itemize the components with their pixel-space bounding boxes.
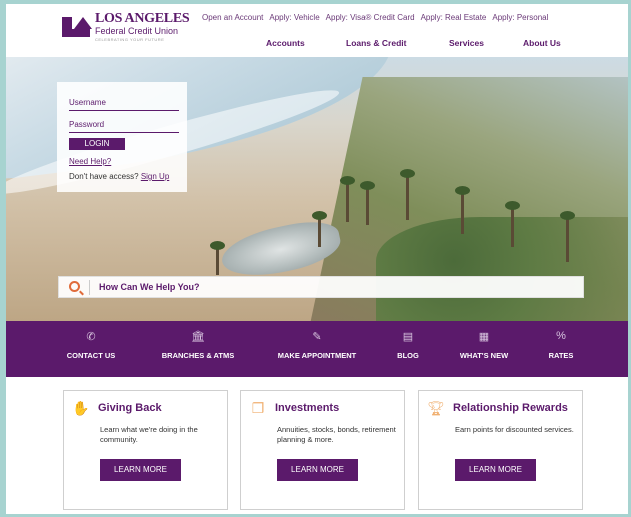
nav-services[interactable]: Services: [449, 38, 484, 48]
login-button[interactable]: LOGIN: [69, 138, 125, 150]
password-field[interactable]: Password: [69, 120, 179, 133]
top-link-apply-vehicle[interactable]: Apply: Vehicle: [269, 13, 319, 22]
logo-mark-icon: [62, 15, 92, 39]
trophy-icon: 🏆︎: [427, 400, 445, 416]
card-description: Learn what we're doing in the community.: [100, 425, 198, 444]
no-access-text: Don't have access? Sign Up: [69, 172, 169, 181]
top-links: Open an Account Apply: Vehicle Apply: Vi…: [202, 13, 548, 22]
page: LOS ANGELES Federal Credit Union CELEBRA…: [6, 4, 628, 514]
quick-link-label: CONTACT US: [66, 351, 116, 360]
quick-link-label: BLOG: [397, 351, 419, 360]
quick-link-label: MAKE APPOINTMENT: [277, 351, 357, 360]
need-help-link[interactable]: Need Help?: [69, 157, 111, 166]
handshake-icon: ✋: [72, 400, 90, 416]
search-bar[interactable]: How Can We Help You?: [58, 276, 584, 298]
no-access-label: Don't have access?: [69, 172, 139, 181]
card-giving-back: ✋ Giving Back Learn what we're doing in …: [63, 390, 228, 510]
nav-loans-credit[interactable]: Loans & Credit: [346, 38, 406, 48]
card-title: Relationship Rewards: [453, 402, 568, 414]
card-relationship-rewards: 🏆︎ Relationship Rewards Earn points for …: [418, 390, 583, 510]
login-panel: Username Password LOGIN Need Help? Don't…: [57, 82, 187, 192]
site-header: LOS ANGELES Federal Credit Union CELEBRA…: [6, 4, 628, 57]
quick-link-label: BRANCHES & ATMS: [161, 351, 235, 360]
nav-about-us[interactable]: About Us: [523, 38, 561, 48]
search-icon[interactable]: [69, 281, 80, 292]
newspaper-icon: ▤: [402, 331, 414, 343]
logo-name-line1: LOS ANGELES: [95, 11, 190, 26]
learn-more-button[interactable]: LEARN MORE: [100, 459, 181, 481]
card-description: Earn points for discounted services.: [455, 425, 574, 434]
quick-links-bar: ✆ CONTACT US 🏛 BRANCHES & ATMS ✎ MAKE AP…: [6, 321, 628, 377]
logo-name-line2: Federal Credit Union: [95, 26, 179, 36]
username-field[interactable]: Username: [69, 98, 179, 111]
percent-icon: %: [556, 330, 566, 342]
quick-link-blog[interactable]: ▤ BLOG: [397, 330, 419, 360]
quick-link-rates[interactable]: % RATES: [549, 330, 574, 360]
card-investments: ❐ Investments Annuities, stocks, bonds, …: [240, 390, 405, 510]
quick-link-label: WHAT'S NEW: [459, 351, 509, 360]
sign-up-link[interactable]: Sign Up: [141, 172, 169, 181]
quick-link-branches-atms[interactable]: 🏛 BRANCHES & ATMS: [162, 330, 235, 360]
card-title: Investments: [275, 402, 340, 414]
quick-link-contact-us[interactable]: ✆ CONTACT US: [67, 330, 116, 360]
nav-accounts[interactable]: Accounts: [266, 38, 305, 48]
top-link-open-account[interactable]: Open an Account: [202, 13, 263, 22]
news-icon: ▦: [478, 331, 490, 343]
card-description: Annuities, stocks, bonds, retirement pla…: [277, 425, 396, 444]
quick-link-label: RATES: [548, 351, 574, 360]
learn-more-button[interactable]: LEARN MORE: [455, 459, 536, 481]
search-input[interactable]: How Can We Help You?: [99, 282, 200, 292]
logo[interactable]: LOS ANGELES Federal Credit Union CELEBRA…: [62, 11, 190, 42]
top-link-apply-personal[interactable]: Apply: Personal: [492, 13, 548, 22]
top-link-apply-real-estate[interactable]: Apply: Real Estate: [421, 13, 487, 22]
learn-more-button[interactable]: LEARN MORE: [277, 459, 358, 481]
piggy-bank-icon: ❐: [251, 400, 265, 416]
quick-link-make-appointment[interactable]: ✎ MAKE APPOINTMENT: [278, 330, 356, 360]
phone-icon: ✆: [86, 331, 96, 343]
edit-icon: ✎: [312, 331, 322, 343]
search-divider: [89, 280, 90, 295]
bank-icon: 🏛: [191, 331, 205, 343]
logo-tagline: CELEBRATING YOUR FUTURE: [95, 37, 165, 42]
card-title: Giving Back: [98, 402, 162, 414]
quick-link-whats-new[interactable]: ▦ WHAT'S NEW: [460, 330, 508, 360]
top-link-apply-visa[interactable]: Apply: Visa® Credit Card: [326, 13, 415, 22]
